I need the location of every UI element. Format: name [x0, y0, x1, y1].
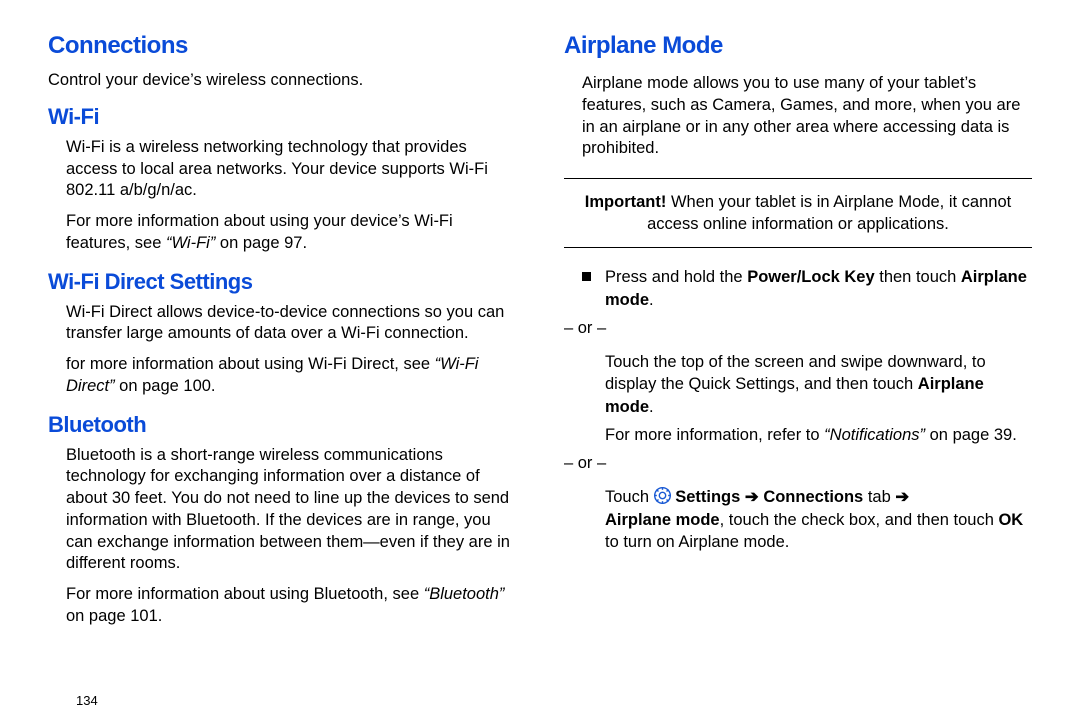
important-lead: Important! — [585, 193, 667, 211]
important-note: Important! When your tablet is in Airpla… — [564, 191, 1032, 235]
settings-label: Settings — [671, 488, 741, 506]
square-bullet-icon — [582, 272, 591, 281]
heading-wifi-direct: Wi-Fi Direct Settings — [48, 269, 516, 295]
t: to turn on Airplane mode. — [605, 533, 789, 551]
airplane-paragraph-1: Airplane mode allows you to use many of … — [582, 73, 1032, 160]
procedure-step-1: Press and hold the Power/Lock Key then t… — [582, 266, 1032, 311]
power-lock-key-label: Power/Lock Key — [747, 268, 874, 286]
t: then touch — [875, 268, 961, 286]
xref-wifi: “Wi-Fi” — [166, 234, 215, 252]
wifi-paragraph-1: Wi-Fi is a wireless networking technolog… — [66, 137, 516, 202]
t: , touch the check box, and then touch — [720, 511, 999, 529]
connections-tab-label: Connections — [763, 488, 863, 506]
heading-airplane-mode: Airplane Mode — [564, 32, 1032, 60]
t: Press and hold the — [605, 268, 747, 286]
bt-paragraph-1: Bluetooth is a short-range wireless comm… — [66, 445, 516, 576]
t: . — [649, 291, 654, 309]
heading-bluetooth: Bluetooth — [48, 412, 516, 438]
wifi-p2-tail: on page 97. — [215, 234, 307, 252]
or-separator: – or – — [564, 452, 1032, 474]
airplane-mode-label: Airplane mode — [605, 511, 720, 529]
t: Touch — [605, 488, 654, 506]
procedure-step-2: Touch the top of the screen and swipe do… — [605, 351, 1032, 418]
manual-page: Connections Control your device’s wirele… — [0, 0, 1080, 720]
divider-rule — [564, 247, 1032, 248]
divider-rule — [564, 178, 1032, 179]
heading-wifi: Wi-Fi — [48, 104, 516, 130]
xref-bluetooth: “Bluetooth” — [424, 585, 505, 603]
settings-gear-icon — [654, 487, 671, 504]
wfd-p2-tail: on page 100. — [115, 377, 216, 395]
connections-intro: Control your device’s wireless connectio… — [48, 70, 516, 92]
t: tab — [863, 488, 895, 506]
step-1-text: Press and hold the Power/Lock Key then t… — [605, 266, 1032, 311]
t: For more information, refer to — [605, 426, 824, 444]
ok-label: OK — [998, 511, 1023, 529]
bt-paragraph-2: For more information about using Bluetoo… — [66, 584, 516, 628]
wfd-paragraph-1: Wi-Fi Direct allows device-to-device con… — [66, 302, 516, 346]
heading-connections: Connections — [48, 32, 516, 60]
arrow-icon: ➔ — [895, 488, 909, 506]
bt-p2-tail: on page 101. — [66, 607, 162, 625]
t: on page 39. — [925, 426, 1017, 444]
page-number: 134 — [76, 687, 516, 708]
xref-notifications: “Notifications” — [824, 426, 925, 444]
bt-p2-text: For more information about using Bluetoo… — [66, 585, 424, 603]
procedure-step-3: Touch Settings ➔ Connections tab ➔ Airpl… — [605, 486, 1032, 553]
procedure-step-2-more: For more information, refer to “Notifica… — [605, 424, 1032, 446]
t: . — [649, 398, 654, 416]
important-body: When your tablet is in Airplane Mode, it… — [647, 193, 1011, 233]
wfd-paragraph-2: for more information about using Wi-Fi D… — [66, 354, 516, 398]
wifi-paragraph-2: For more information about using your de… — [66, 211, 516, 255]
wfd-p2-text: for more information about using Wi-Fi D… — [66, 355, 435, 373]
right-column: Airplane Mode Airplane mode allows you t… — [564, 32, 1032, 708]
arrow-icon: ➔ — [740, 488, 763, 506]
or-separator: – or – — [564, 317, 1032, 339]
left-column: Connections Control your device’s wirele… — [48, 32, 516, 708]
